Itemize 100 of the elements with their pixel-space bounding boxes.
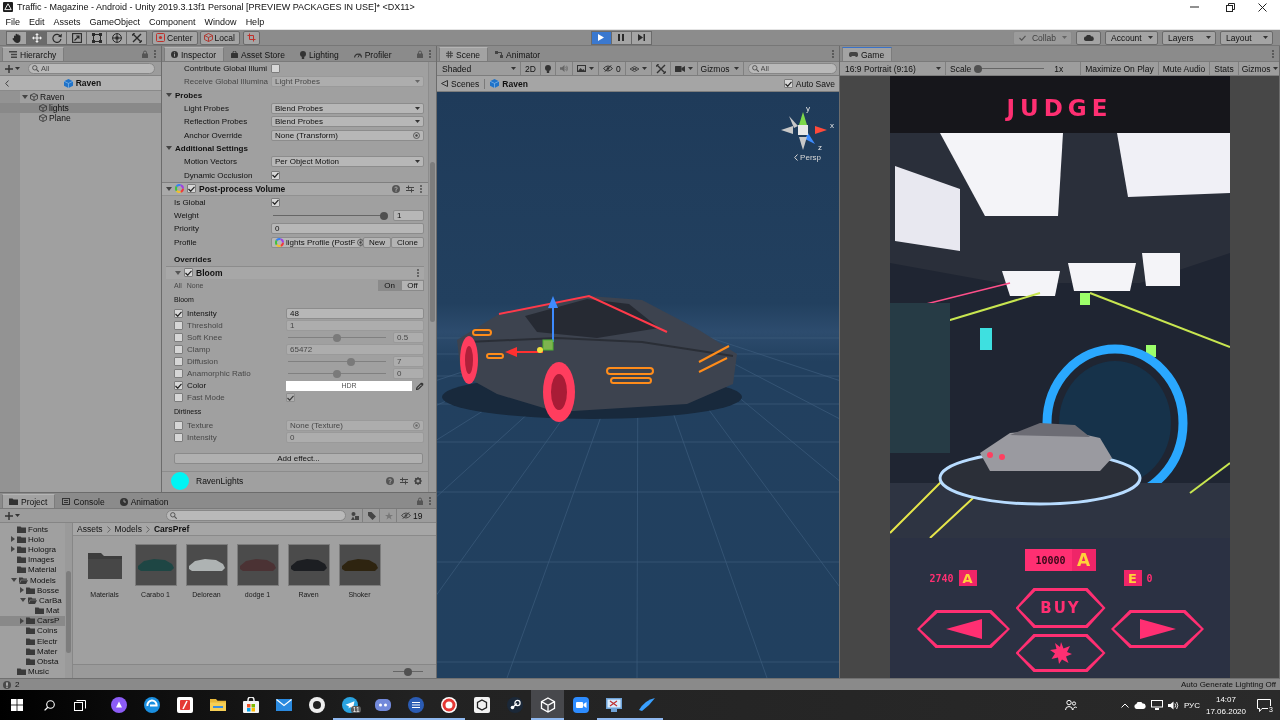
dropdown[interactable]: Gizmos (697, 62, 744, 75)
toggle-button[interactable]: Maximize On Play (1081, 62, 1159, 75)
menu-item[interactable]: Component (144, 16, 201, 27)
checkbox[interactable] (174, 369, 183, 379)
windows-logo-icon[interactable] (11, 699, 23, 711)
panel-tab[interactable]: Inspector (164, 47, 224, 61)
layout-dropdown[interactable]: Layout (1220, 30, 1273, 45)
number-field[interactable]: 0 (271, 223, 424, 235)
component-header[interactable]: RavenLights (162, 470, 428, 490)
folder-icon[interactable] (209, 697, 226, 713)
create-button[interactable] (3, 63, 22, 74)
task-view-icon[interactable] (74, 699, 86, 711)
slider-track[interactable] (286, 332, 388, 344)
step-button[interactable] (630, 30, 652, 45)
cloud-button[interactable] (1076, 30, 1101, 45)
dropdown[interactable]: Shaded (439, 62, 521, 75)
menu-item[interactable]: File (1, 16, 25, 27)
tile-icon[interactable] (176, 697, 193, 713)
toggle-button[interactable]: Mute Audio (1158, 62, 1211, 75)
search-field[interactable] (166, 510, 346, 521)
tree-item[interactable]: Models (0, 574, 65, 586)
hidden-count-button[interactable]: 0 (598, 62, 626, 75)
swirl-icon[interactable] (143, 697, 160, 713)
checkbox[interactable] (286, 393, 295, 403)
caret-icon[interactable] (687, 67, 693, 70)
breadcrumb-link[interactable]: Models (114, 524, 142, 534)
slider-thumb[interactable] (974, 64, 983, 73)
taskbar-button[interactable] (531, 690, 564, 720)
dropdown[interactable]: Blend Probes (271, 116, 424, 128)
toggle-button[interactable]: Off (401, 279, 424, 291)
tree-item[interactable]: Material (0, 564, 65, 575)
checkbox[interactable] (187, 184, 196, 194)
toggle-button[interactable]: 2D (521, 62, 541, 75)
prefab-thumbnail[interactable] (236, 544, 279, 586)
clock-time[interactable]: 14:07 (1215, 694, 1236, 704)
foldout-header[interactable]: Probes (162, 88, 428, 102)
checkbox[interactable] (174, 345, 183, 355)
preset-icon[interactable] (406, 184, 414, 193)
chevron-left-icon[interactable] (5, 79, 9, 87)
slider-track[interactable] (391, 667, 425, 676)
slider-thumb[interactable] (347, 357, 356, 366)
network-icon[interactable] (1150, 700, 1163, 710)
scrollbar-thumb[interactable] (430, 162, 435, 322)
create-button[interactable] (3, 510, 22, 521)
volume-icon[interactable] (1167, 700, 1179, 710)
type-filter-icon[interactable] (351, 511, 359, 520)
prefab-thumbnail[interactable] (287, 544, 330, 586)
landscape-icon[interactable] (576, 65, 586, 72)
number-field[interactable]: 65472 (286, 344, 424, 356)
breadcrumb-link[interactable]: Raven (490, 78, 528, 89)
tree-item[interactable]: Music (0, 666, 65, 677)
orientation-gizmo[interactable] (781, 112, 827, 150)
breadcrumb-link[interactable]: Scenes (441, 78, 480, 89)
button[interactable]: Clone (391, 236, 424, 248)
buy-button[interactable]: BUY (1015, 588, 1106, 628)
slider-thumb[interactable] (404, 667, 412, 676)
checkbox[interactable] (174, 421, 183, 431)
checkbox[interactable] (174, 381, 183, 391)
number-field[interactable]: 7 (393, 356, 424, 368)
eyedropper-icon[interactable] (416, 381, 424, 390)
checkbox[interactable] (184, 268, 193, 278)
tool-button[interactable] (46, 30, 67, 45)
checkbox[interactable] (783, 79, 793, 88)
caret-icon[interactable] (641, 67, 647, 70)
tree-item[interactable]: Electr (0, 636, 65, 647)
disc-icon[interactable] (506, 697, 523, 713)
number-field[interactable]: 0.5 (393, 332, 424, 344)
number-field[interactable]: 1 (286, 320, 424, 332)
toggle-button[interactable]: Stats (1210, 62, 1239, 75)
search-icon[interactable] (43, 699, 55, 711)
tree-item[interactable]: Obsta (0, 656, 65, 667)
tree-item[interactable]: Mater (0, 646, 65, 657)
menu-item[interactable]: Assets (49, 16, 86, 27)
scrollbar-thumb[interactable] (66, 571, 71, 653)
panel-tab[interactable]: Animator (488, 47, 549, 61)
button[interactable]: New (363, 236, 392, 248)
panel-tab[interactable]: Project (2, 494, 56, 508)
checkbox[interactable] (174, 321, 183, 331)
hidden-count-button[interactable]: 19 (399, 509, 424, 522)
tree-item[interactable]: Holo (0, 534, 65, 545)
tree-item[interactable]: Images (0, 554, 65, 565)
checkbox[interactable] (174, 333, 183, 343)
breadcrumb-link[interactable]: CarsPref (153, 524, 190, 534)
checkbox[interactable] (174, 357, 183, 367)
dropdown[interactable]: Gizmos (1238, 62, 1279, 75)
tool-button[interactable] (126, 30, 147, 45)
tree-item[interactable]: lights (0, 102, 161, 114)
tree-item[interactable]: Mat (0, 605, 65, 616)
toggle-button[interactable]: On (378, 279, 401, 291)
tag-icon[interactable] (368, 511, 376, 520)
slider-thumb[interactable] (333, 333, 341, 342)
gear-icon[interactable] (414, 476, 422, 485)
foldout-header[interactable]: Additional Settings (162, 141, 428, 156)
tree-item[interactable]: Bosse (0, 585, 65, 596)
panel-tab[interactable]: Scene (439, 47, 489, 61)
effect-header[interactable]: Bloom (166, 265, 424, 279)
checkbox[interactable] (271, 197, 280, 207)
caret-icon[interactable] (588, 67, 594, 70)
prefab-thumbnail[interactable] (338, 544, 381, 586)
panel-tab[interactable]: Game (842, 47, 893, 61)
